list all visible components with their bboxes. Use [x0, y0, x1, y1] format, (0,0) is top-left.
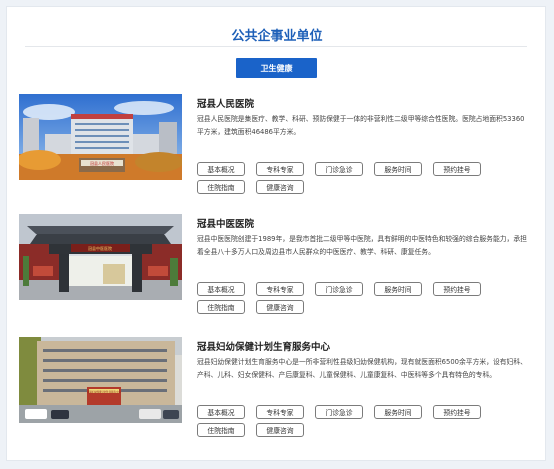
photo-sign-text: 冠县人民医院	[90, 160, 114, 166]
photo-sign-text: 冠县妇幼保健计划生育服务中心	[87, 390, 121, 394]
outpatient-emergency-button[interactable]: 门诊急诊	[315, 162, 363, 176]
hospital-photo[interactable]: 冠县妇幼保健计划生育服务中心	[19, 337, 182, 423]
specialist-experts-button[interactable]: 专科专家	[256, 405, 304, 419]
institution-description: 冠县妇幼保健计划生育服务中心是一所非营利性县级妇幼保健机构，现有就医面积6500…	[197, 358, 527, 379]
outpatient-emergency-button[interactable]: 门诊急诊	[315, 405, 363, 419]
appointment-button[interactable]: 预约挂号	[433, 405, 481, 419]
institution-description: 冠县中医医院创建于1989年，是我市首批二级甲等中医院，具有鲜明的中医特色和较强…	[197, 235, 527, 256]
institution-card-people-hospital: 冠县人民医院 冠县人民医院 冠县人民医院是集医疗、教学、科研、预防保健于一体的非…	[19, 94, 535, 204]
institution-name[interactable]: 冠县中医医院	[197, 216, 254, 230]
tab-health[interactable]: 卫生健康	[236, 58, 317, 78]
public-institutions-panel: 公共企事业单位 卫生健康 冠县人民医院 冠县人民医院 冠县人民医院是集医疗、教学…	[6, 6, 546, 461]
specialist-experts-button[interactable]: 专科专家	[256, 282, 304, 296]
basic-overview-button[interactable]: 基本概况	[197, 405, 245, 419]
service-hours-button[interactable]: 服务时间	[374, 282, 422, 296]
appointment-button[interactable]: 预约挂号	[433, 282, 481, 296]
basic-overview-button[interactable]: 基本概况	[197, 282, 245, 296]
institution-name[interactable]: 冠县人民医院	[197, 96, 254, 110]
inpatient-guide-button[interactable]: 住院指南	[197, 423, 245, 437]
inpatient-guide-button[interactable]: 住院指南	[197, 300, 245, 314]
service-buttons: 基本概况 专科专家 门诊急诊 服务时间 预约挂号 住院指南 健康咨询	[197, 282, 497, 314]
health-consult-button[interactable]: 健康咨询	[256, 300, 304, 314]
hospital-photo[interactable]: 冠县中医医院	[19, 214, 182, 300]
institution-description: 冠县人民医院是集医疗、教学、科研、预防保健于一体的非营利性二级甲等综合性医院。医…	[197, 115, 525, 136]
health-consult-button[interactable]: 健康咨询	[256, 423, 304, 437]
institution-card-tcm-hospital: 冠县中医医院 冠县中医医院 冠县中医医院创建于1989年，是我市首批二级甲等中医…	[19, 214, 535, 324]
page-title: 公共企事业单位	[231, 29, 323, 44]
institution-name[interactable]: 冠县妇幼保健计划生育服务中心	[197, 339, 330, 353]
photo-sign-text: 冠县中医医院	[88, 245, 112, 251]
service-buttons: 基本概况 专科专家 门诊急诊 服务时间 预约挂号 住院指南 健康咨询	[197, 405, 497, 437]
service-hours-button[interactable]: 服务时间	[374, 162, 422, 176]
outpatient-emergency-button[interactable]: 门诊急诊	[315, 282, 363, 296]
hospital-photo[interactable]: 冠县人民医院	[19, 94, 182, 180]
basic-overview-button[interactable]: 基本概况	[197, 162, 245, 176]
institution-card-maternal-child-center: 冠县妇幼保健计划生育服务中心 冠县妇幼保健计划生育服务中心 冠县妇幼保健计划生育…	[19, 337, 535, 447]
appointment-button[interactable]: 预约挂号	[433, 162, 481, 176]
inpatient-guide-button[interactable]: 住院指南	[197, 180, 245, 194]
service-buttons: 基本概况 专科专家 门诊急诊 服务时间 预约挂号 住院指南 健康咨询	[197, 162, 497, 194]
specialist-experts-button[interactable]: 专科专家	[256, 162, 304, 176]
title-divider	[25, 46, 527, 47]
service-hours-button[interactable]: 服务时间	[374, 405, 422, 419]
health-consult-button[interactable]: 健康咨询	[256, 180, 304, 194]
